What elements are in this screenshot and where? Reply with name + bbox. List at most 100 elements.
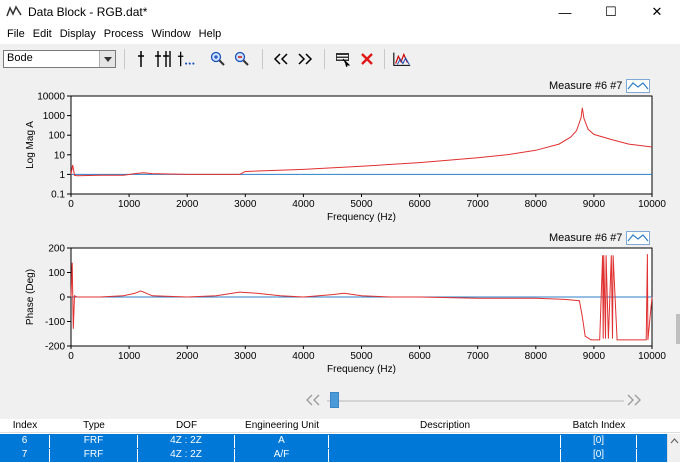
header-dof[interactable]: DOF xyxy=(138,420,235,431)
top-ylabel: Log Mag A xyxy=(25,121,36,169)
top-xtick-label: 9000 xyxy=(583,199,606,210)
toolbar-separator xyxy=(124,49,125,69)
top-xtick-label: 2000 xyxy=(176,199,199,210)
slider-next-icon[interactable] xyxy=(627,394,641,409)
bottom-ytick-label: -200 xyxy=(45,342,65,353)
menu-window[interactable]: Window xyxy=(148,28,195,40)
top-plot-legend-label: Measure #6 #7 xyxy=(549,80,623,92)
bottom-xtick-label: 9000 xyxy=(583,351,606,362)
header-index[interactable]: Index xyxy=(0,420,50,431)
menu-edit[interactable]: Edit xyxy=(29,28,56,40)
top-xtick-label: 7000 xyxy=(467,199,490,210)
plot-area: 10000 1000 100 10 1 0.1 0 1000 2000 3000 4000 5000 6… xyxy=(0,74,680,419)
single-cursor-icon[interactable] xyxy=(131,49,151,69)
bottom-plot-legend-label: Measure #6 #7 xyxy=(549,232,623,244)
view-select-value: Bode xyxy=(7,52,33,64)
maximize-button[interactable]: ☐ xyxy=(588,0,634,24)
slider-prev-icon[interactable] xyxy=(306,394,320,409)
table-header: Index Type DOF Engineering Unit Descript… xyxy=(0,419,680,433)
bottom-xlabel: Frequency (Hz) xyxy=(327,364,396,375)
cell-batch-index: [0] xyxy=(561,449,637,462)
top-xtick-label: 10000 xyxy=(638,199,666,210)
top-ytick-label: 100 xyxy=(48,131,65,142)
menu-process[interactable]: Process xyxy=(100,28,148,40)
cell-dof: 4Z : 2Z xyxy=(138,435,235,448)
top-xtick-label: 5000 xyxy=(350,199,373,210)
toolbar-separator xyxy=(262,49,263,69)
bottom-ylabel: Phase (Deg) xyxy=(25,269,36,325)
bottom-xtick-label: 0 xyxy=(68,351,74,362)
slider-thumb[interactable] xyxy=(330,392,339,408)
top-xlabel: Frequency (Hz) xyxy=(327,212,396,223)
select-measure-icon[interactable] xyxy=(333,49,353,69)
bottom-ytick-label: 100 xyxy=(48,268,65,279)
header-batch-index[interactable]: Batch Index xyxy=(561,420,637,431)
bottom-plot-legend-swatch[interactable] xyxy=(626,231,650,245)
vertical-scrollbar[interactable] xyxy=(676,314,680,344)
top-ytick-label: 0.1 xyxy=(51,190,65,201)
cell-index: 6 xyxy=(0,435,50,448)
bottom-ytick-label: 0 xyxy=(59,293,65,304)
bottom-xtick-label: 1000 xyxy=(118,351,141,362)
top-xtick-label: 8000 xyxy=(525,199,548,210)
chevron-down-icon[interactable] xyxy=(99,51,115,67)
toolbar: Bode xyxy=(0,44,680,74)
top-xtick-label: 6000 xyxy=(408,199,431,210)
title-bar: Data Block - RGB.dat* — ☐ ✕ xyxy=(0,0,680,24)
cell-batch-index: [0] xyxy=(561,435,637,448)
slider-track[interactable] xyxy=(327,400,624,402)
table-scrollbar[interactable] xyxy=(667,434,680,462)
zoom-out-icon[interactable] xyxy=(232,49,252,69)
bottom-ytick-label: 200 xyxy=(48,244,65,255)
view-select[interactable]: Bode xyxy=(3,50,116,68)
menu-display[interactable]: Display xyxy=(56,28,100,40)
table-row[interactable]: 7 FRF 4Z : 2Z A/F [0] xyxy=(0,448,680,462)
header-type[interactable]: Type xyxy=(50,420,138,431)
toolbar-separator xyxy=(324,49,325,69)
app-icon xyxy=(6,5,22,17)
cell-type: FRF xyxy=(50,449,138,462)
menu-file[interactable]: File xyxy=(3,28,29,40)
top-xtick-label: 3000 xyxy=(234,199,257,210)
measurement-slider xyxy=(0,388,680,416)
top-ytick-label: 10 xyxy=(54,150,66,161)
bottom-xtick-label: 7000 xyxy=(467,351,490,362)
bottom-xtick-label: 8000 xyxy=(525,351,548,362)
close-button[interactable]: ✕ xyxy=(634,0,680,24)
next-icon[interactable] xyxy=(295,49,315,69)
plots-canvas: 1000010001001010.10 1000 2000 3000 4000 5000 6… xyxy=(25,92,666,376)
top-ytick-label: 1 xyxy=(59,170,65,181)
minimize-button[interactable]: — xyxy=(542,0,588,24)
measurement-table: Index Type DOF Engineering Unit Descript… xyxy=(0,419,680,463)
top-xtick-label: 0 xyxy=(68,199,74,210)
top-ytick-label: 1000 xyxy=(43,111,66,122)
zoom-in-icon[interactable] xyxy=(208,49,228,69)
cell-index: 7 xyxy=(0,449,50,462)
cell-engineering-unit: A/F xyxy=(235,449,329,462)
bottom-ytick-label: -100 xyxy=(45,317,65,328)
previous-icon[interactable] xyxy=(271,49,291,69)
window-title: Data Block - RGB.dat* xyxy=(28,5,148,19)
menu-help[interactable]: Help xyxy=(195,28,226,40)
cell-dof: 4Z : 2Z xyxy=(138,449,235,462)
delete-icon[interactable] xyxy=(357,49,377,69)
top-plot-legend-swatch[interactable] xyxy=(626,79,650,93)
bottom-xtick-label: 5000 xyxy=(350,351,373,362)
toolbar-separator xyxy=(384,49,385,69)
bottom-xtick-label: 3000 xyxy=(234,351,257,362)
bottom-xtick-label: 2000 xyxy=(176,351,199,362)
harmonic-cursor-icon[interactable] xyxy=(177,49,197,69)
cell-type: FRF xyxy=(50,435,138,448)
header-description[interactable]: Description xyxy=(329,420,561,431)
table-row[interactable]: 6 FRF 4Z : 2Z A [0] xyxy=(0,434,680,448)
cell-description xyxy=(329,449,561,462)
bottom-xtick-label: 10000 xyxy=(638,351,666,362)
top-plot-frame xyxy=(70,95,653,195)
header-engineering-unit[interactable]: Engineering Unit xyxy=(235,420,329,431)
bottom-xtick-label: 6000 xyxy=(408,351,431,362)
top-ytick-label: 10000 xyxy=(37,92,65,103)
top-xtick-label: 1000 xyxy=(118,199,141,210)
waterfall-plot-icon[interactable] xyxy=(392,49,412,69)
double-cursor-icon[interactable] xyxy=(153,49,173,69)
cell-engineering-unit: A xyxy=(235,435,329,448)
